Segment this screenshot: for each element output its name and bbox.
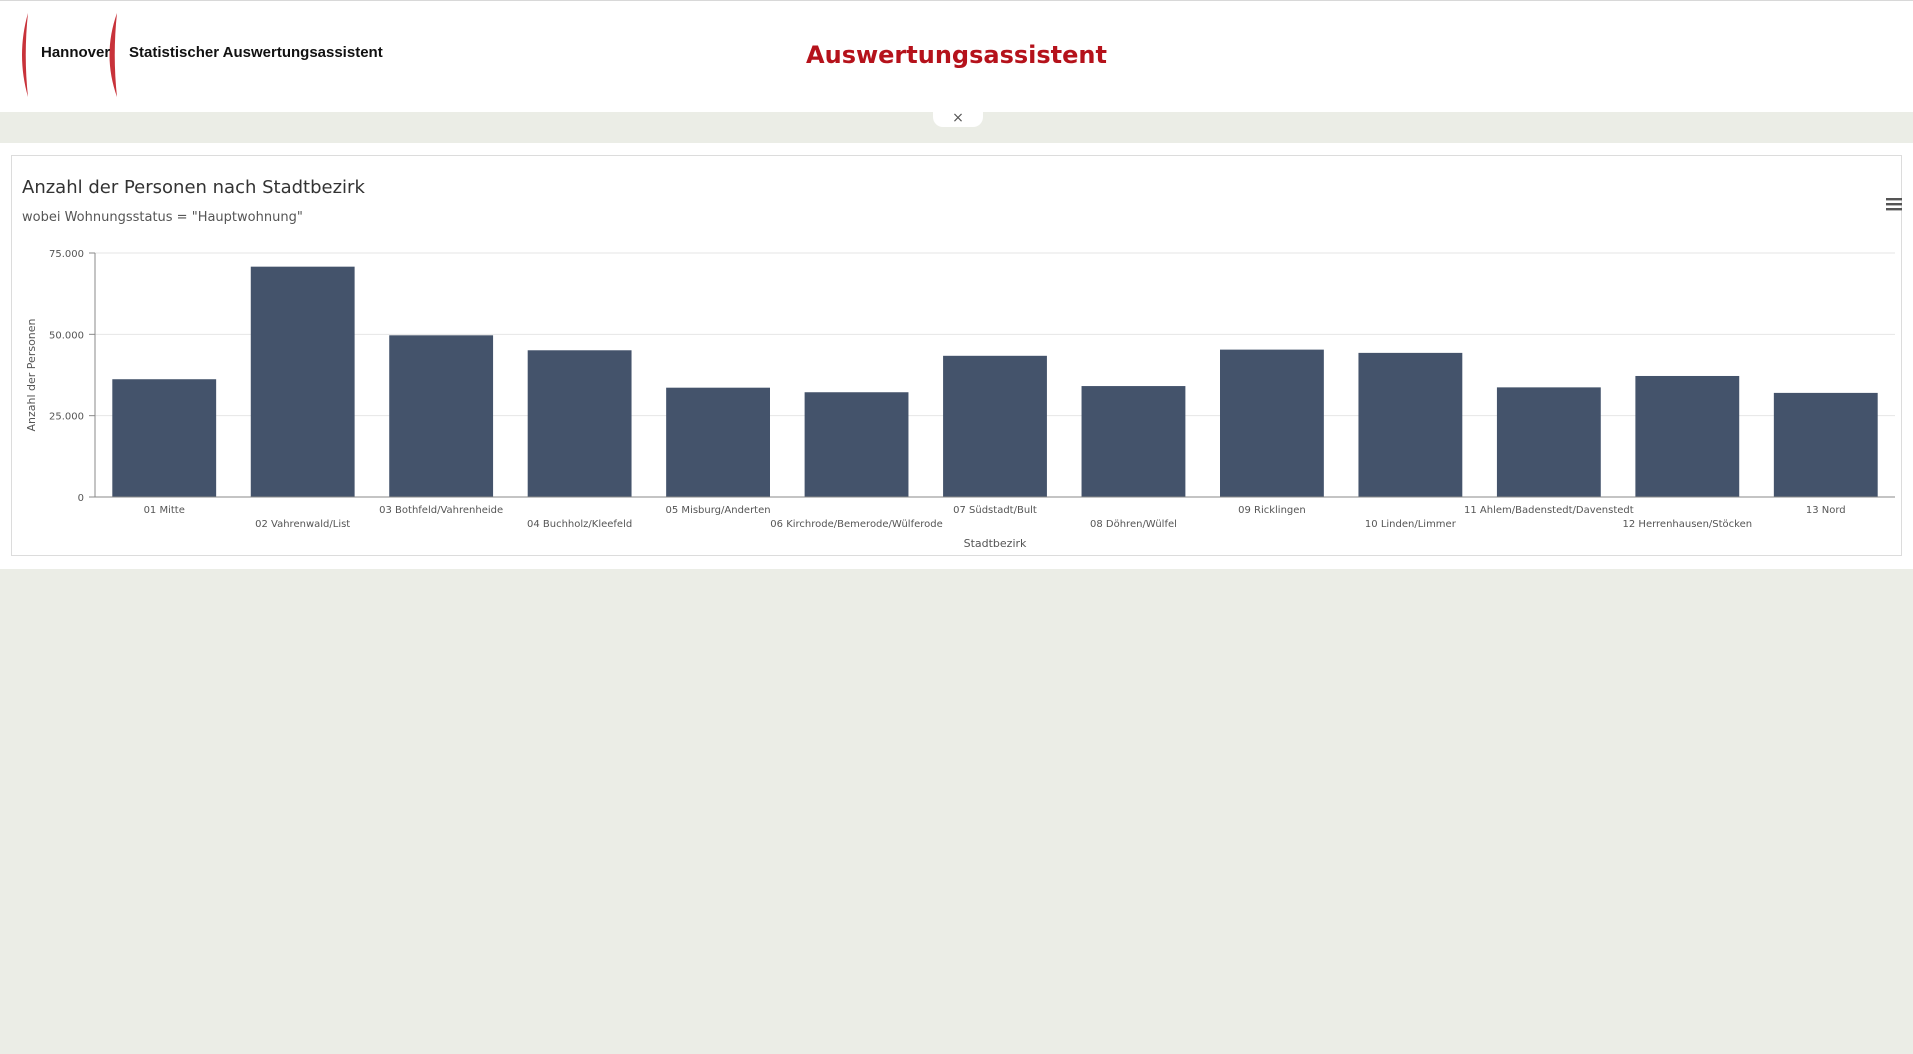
bar[interactable] [1220, 349, 1324, 497]
bar[interactable] [666, 387, 770, 497]
x-tick-label: 13 Nord [1806, 505, 1846, 516]
y-tick-label: 0 [78, 493, 84, 504]
x-tick-label: 08 Döhren/Wülfel [1090, 519, 1177, 530]
bar[interactable] [1773, 392, 1878, 497]
x-tick-label: 06 Kirchrode/Bemerode/Wülferode [770, 519, 942, 530]
y-tick-label: 75.000 [49, 249, 84, 260]
bars [112, 266, 1878, 497]
bar[interactable] [1358, 352, 1463, 497]
bar[interactable] [1635, 375, 1740, 497]
chart-title: Anzahl der Personen nach Stadtbezirk [22, 177, 365, 198]
x-tick-label: 11 Ahlem/Badenstedt/Davenstedt [1464, 505, 1634, 516]
x-tick-label: 04 Buchholz/Kleefeld [527, 519, 632, 530]
x-tick-label: 09 Ricklingen [1238, 505, 1306, 516]
hamburger-menu-icon[interactable] [1884, 194, 1904, 214]
y-tick-label: 50.000 [49, 330, 84, 341]
bar-chart: Anzahl der Personen nach Stadtbezirk wob… [22, 177, 1895, 550]
y-axis-title: Anzahl der Personen [25, 318, 38, 431]
bar[interactable] [1496, 387, 1601, 497]
app-header: Hannover Statistischer Auswertungsassist… [0, 0, 1913, 112]
chart-subtitle: wobei Wohnungsstatus = "Hauptwohnung" [22, 210, 303, 225]
bar[interactable] [112, 379, 217, 497]
x-tick-label: 07 Südstadt/Bult [953, 505, 1037, 516]
x-tick-label: 10 Linden/Limmer [1365, 519, 1457, 530]
x-tick-label: 01 Mitte [144, 505, 185, 516]
x-tick-label: 12 Herrenhausen/Stöcken [1623, 519, 1753, 530]
x-tick-label: 02 Vahrenwald/List [255, 519, 350, 530]
close-panel-button[interactable]: × [933, 110, 983, 127]
x-tick-label: 05 Misburg/Anderten [666, 505, 771, 516]
bar[interactable] [804, 392, 909, 497]
results-panel: Anzahl der Personen nach Stadtbezirk wob… [0, 143, 1913, 569]
x-axis-title: Stadtbezirk [964, 537, 1027, 550]
bar[interactable] [943, 355, 1047, 497]
bar[interactable] [1081, 386, 1186, 497]
page-title: Auswertungsassistent [806, 41, 1107, 69]
bar[interactable] [250, 266, 355, 497]
bar[interactable] [527, 350, 632, 497]
y-tick-label: 25.000 [49, 412, 84, 423]
chart-container: Anzahl der Personen nach Stadtbezirk wob… [11, 155, 1902, 556]
close-icon: × [952, 110, 964, 126]
bar[interactable] [389, 335, 494, 497]
x-tick-label: 03 Bothfeld/Vahrenheide [379, 505, 503, 516]
